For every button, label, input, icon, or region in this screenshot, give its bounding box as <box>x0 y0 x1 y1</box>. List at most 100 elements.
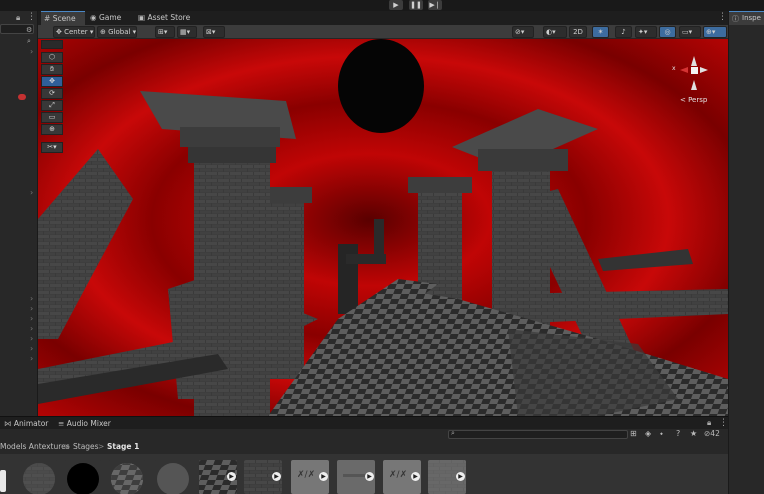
shading-mode-dropdown[interactable]: ◐▾ <box>543 26 567 38</box>
pause-icon[interactable]: ❚❚ <box>409 0 423 10</box>
scene-tab-icon: # <box>44 14 51 23</box>
breadcrumb-root[interactable]: Models Antextures <box>0 440 70 454</box>
asset-texture-thumb[interactable]: ▶ <box>428 460 466 494</box>
pivot-dropdown[interactable]: ✥ Center ▾ <box>53 26 95 38</box>
chevron-right-icon[interactable]: › <box>30 47 33 56</box>
scene-settings-icon[interactable]: ⚙ <box>26 26 32 34</box>
palette-drag-handle[interactable] <box>41 40 63 49</box>
move-tool-icon[interactable]: ✥ <box>41 76 63 87</box>
tab-scene[interactable]: # Scene <box>41 11 85 25</box>
scene-viewport[interactable] <box>38 39 728 416</box>
hierarchy-panel: 🔒︎ ⋮ ⚙ ⌕ › › › › › › › › › <box>0 11 38 416</box>
camera-settings-icon[interactable]: ▭▾ <box>679 26 701 38</box>
hand-tool-icon[interactable]: ✋︎ <box>41 64 63 75</box>
play-toolbar: ▶ ❚❚ ▶❘ <box>0 0 764 11</box>
audio-toggle-icon[interactable]: ♪ <box>615 26 632 38</box>
store-icon: ▣ <box>138 13 146 22</box>
asset-material-thumb[interactable] <box>64 460 102 494</box>
grid-toggle-icon[interactable]: ▦▾ <box>177 26 197 38</box>
expand-arrow-icon[interactable]: ▶ <box>319 472 328 481</box>
chevron-right-icon[interactable]: › <box>30 344 33 353</box>
expand-arrow-icon[interactable]: ▶ <box>411 472 420 481</box>
chevron-right-icon[interactable]: › <box>30 354 33 363</box>
breadcrumb: Models Antextures > Stages > Stage 1 <box>0 440 728 454</box>
tab-game[interactable]: ◉ Game <box>87 11 127 25</box>
menu-kebab-icon[interactable]: ⋮ <box>27 12 36 22</box>
gizmo-x-label: x <box>672 65 676 72</box>
gizmo-x-cone <box>680 67 688 73</box>
search-filter-icon[interactable]: ⌕ <box>27 37 31 46</box>
asset-texture-thumb[interactable]: ▶ <box>244 460 282 494</box>
increment-snap-icon[interactable]: ⊠▾ <box>203 26 225 38</box>
custom-tools-dropdown-icon[interactable]: ✂▾ <box>41 142 63 153</box>
tab-animator[interactable]: ⋈ Animator <box>4 419 48 428</box>
tab-inspector[interactable]: ⓘ Inspe <box>729 11 764 25</box>
scene-visibility-icon[interactable]: ◎ <box>659 26 676 38</box>
gamepad-icon: ◉ <box>90 13 97 22</box>
project-toolbar: ⌕ ⊞ ◈ ⬩ ? ★ ⊘42 <box>0 429 728 440</box>
breadcrumb-current[interactable]: Stage 1 <box>107 440 139 454</box>
search-by-type-icon[interactable]: ⊞ <box>630 429 637 438</box>
projection-label[interactable]: < Persp <box>680 96 707 104</box>
tab-game-label: Game <box>98 13 122 22</box>
transform-tool-icon[interactable]: ⊕ <box>41 124 63 135</box>
gizmos-dropdown-icon[interactable]: ⊕▾ <box>703 26 727 38</box>
chevron-right-icon[interactable]: › <box>30 314 33 323</box>
expand-arrow-icon[interactable]: ▶ <box>227 472 236 481</box>
asset-material-thumb[interactable] <box>154 460 192 494</box>
effects-dropdown-icon[interactable]: ✦▾ <box>635 26 657 38</box>
asset-texture-thumb[interactable]: ✗/✗ ▶ <box>383 460 421 494</box>
toggle-2d-button[interactable]: 2D <box>569 26 587 38</box>
tab-audio-mixer[interactable]: ≡ Audio Mixer <box>58 419 111 428</box>
hidden-count-label: 42 <box>710 429 720 438</box>
chevron-right-icon[interactable]: › <box>30 324 33 333</box>
expand-arrow-icon[interactable]: ▶ <box>272 472 281 481</box>
rotate-tool-icon[interactable]: ⟳ <box>41 88 63 99</box>
space-dropdown[interactable]: ⊕ Global ▾ <box>97 26 137 38</box>
favorites-star-icon[interactable]: ★ <box>690 429 697 438</box>
asset-texture-thumb[interactable]: ▶ <box>199 460 237 494</box>
black-moon <box>338 39 424 133</box>
view-tool-icon[interactable]: ⬡ <box>41 52 63 63</box>
bottom-tabbar: ⋈ Animator ≡ Audio Mixer 🔒︎ ⋮ <box>0 416 728 429</box>
breadcrumb-folder[interactable]: Stages <box>73 440 99 454</box>
inspector-panel: ⓘ Inspe <box>728 11 764 494</box>
prefab-object-icon[interactable] <box>18 94 26 100</box>
breadcrumb-separator: > <box>98 442 105 451</box>
chevron-right-icon[interactable]: › <box>30 334 33 343</box>
tab-scene-label: Scene <box>52 14 76 23</box>
asset-partial-thumb[interactable] <box>0 470 6 492</box>
draw-mode-dropdown[interactable]: ⊘▾ <box>512 26 534 38</box>
lock-icon[interactable]: 🔒︎ <box>16 13 20 23</box>
grid-snap-icon[interactable]: ⊞▾ <box>155 26 175 38</box>
expand-arrow-icon[interactable]: ▶ <box>365 472 374 481</box>
label-tag-icon[interactable]: ⬩ <box>660 429 663 439</box>
asset-texture-thumb[interactable]: ✗/✗ ▶ <box>291 460 329 494</box>
texture-glyph-icon: ✗/✗ <box>297 470 316 480</box>
lighting-toggle-icon[interactable]: ✶ <box>592 26 609 38</box>
menu-kebab-icon[interactable]: ⋮ <box>719 418 728 428</box>
tab-asset-store[interactable]: ▣ Asset Store <box>135 11 195 25</box>
chevron-right-icon[interactable]: › <box>30 188 33 197</box>
asset-material-thumb[interactable] <box>108 460 146 494</box>
scale-tool-icon[interactable]: ⤢ <box>41 100 63 111</box>
menu-kebab-icon[interactable]: ⋮ <box>718 12 727 22</box>
lock-icon[interactable]: 🔒︎ <box>707 418 711 428</box>
rect-tool-icon[interactable]: ▭ <box>41 112 63 123</box>
texture-stripe-icon <box>343 474 367 477</box>
chevron-right-icon[interactable]: › <box>30 304 33 313</box>
chevron-right-icon[interactable]: › <box>30 294 33 303</box>
hidden-packages-count[interactable]: ⊘42 <box>704 429 720 438</box>
asset-texture-thumb[interactable]: ▶ <box>337 460 375 494</box>
step-icon[interactable]: ▶❘ <box>428 0 442 10</box>
filter-icon[interactable]: ◈ <box>645 429 651 438</box>
transform-tool-palette: ⬡ ✋︎ ✥ ⟳ ⤢ ▭ ⊕ ✂▾ <box>41 40 63 158</box>
help-icon[interactable]: ? <box>676 429 680 438</box>
play-icon[interactable]: ▶ <box>389 0 403 10</box>
space-label: Global <box>108 28 131 36</box>
asset-material-thumb[interactable] <box>20 460 58 494</box>
expand-arrow-icon[interactable]: ▶ <box>456 472 465 481</box>
project-search-input[interactable]: ⌕ <box>448 429 628 439</box>
tab-inspector-label: Inspe <box>742 14 761 22</box>
orientation-gizmo[interactable]: x <box>672 54 716 94</box>
